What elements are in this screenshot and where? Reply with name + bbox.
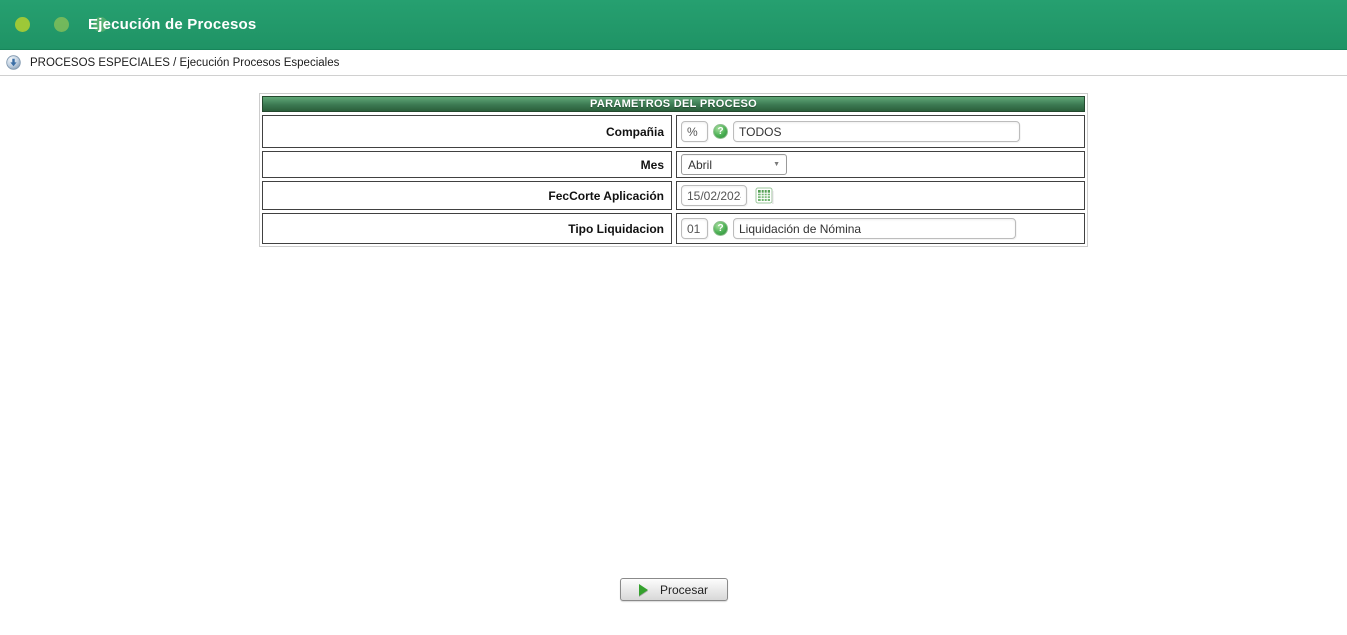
cutoff-date-row: FecCorte Aplicación [262, 181, 1085, 210]
page-title: Ejecución de Procesos [88, 16, 257, 33]
company-code-input[interactable] [681, 121, 708, 142]
month-inputs: Abril [676, 151, 1085, 178]
breadcrumb: PROCESOS ESPECIALES / Ejecución Procesos… [0, 50, 1347, 76]
parameters-panel: PARAMETROS DEL PROCESO Compañia Mes Abri… [259, 93, 1088, 247]
cutoff-date-inputs [676, 181, 1085, 210]
app-header: Ejecución de Procesos [0, 0, 1347, 50]
month-select[interactable]: Abril [681, 154, 787, 175]
breadcrumb-text: PROCESOS ESPECIALES / Ejecución Procesos… [30, 56, 340, 69]
settlement-type-name-input[interactable] [733, 218, 1016, 239]
chevron-down-icon [773, 161, 780, 168]
down-arrow-icon[interactable] [6, 55, 21, 70]
help-icon[interactable] [713, 124, 728, 139]
company-name-input[interactable] [733, 121, 1020, 142]
company-label: Compañia [262, 115, 672, 148]
cutoff-date-input[interactable] [681, 185, 747, 206]
header-dot [54, 17, 69, 32]
month-row: Mes Abril [262, 151, 1085, 178]
company-row: Compañia [262, 115, 1085, 148]
company-inputs [676, 115, 1085, 148]
month-label: Mes [262, 151, 672, 178]
parameters-panel-title: PARAMETROS DEL PROCESO [262, 96, 1085, 112]
procesar-button-label: Procesar [659, 582, 709, 597]
calendar-icon[interactable] [755, 187, 774, 205]
settlement-type-label: Tipo Liquidacion [262, 213, 672, 244]
settlement-type-row: Tipo Liquidacion [262, 213, 1085, 244]
settlement-type-inputs [676, 213, 1085, 244]
cutoff-date-label: FecCorte Aplicación [262, 181, 672, 210]
header-dot [15, 17, 30, 32]
settlement-type-code-input[interactable] [681, 218, 708, 239]
play-icon [638, 583, 648, 596]
month-select-value: Abril [688, 157, 713, 172]
help-icon[interactable] [713, 221, 728, 236]
procesar-button[interactable]: Procesar [619, 578, 728, 601]
footer-bar: Procesar [0, 578, 1347, 601]
